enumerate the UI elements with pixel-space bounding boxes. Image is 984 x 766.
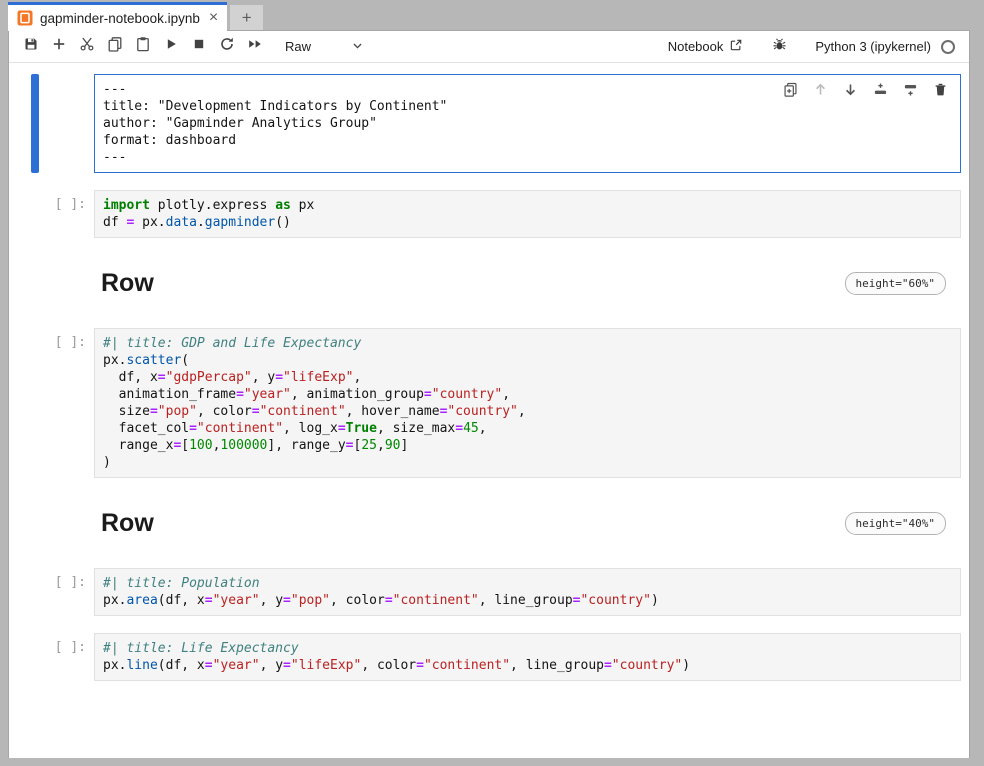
notebook-link-label: Notebook <box>668 39 724 54</box>
height-badge: height="40%" <box>845 512 946 535</box>
code-cell: [ ]:#| title: GDP and Life Expectancypx.… <box>31 328 961 478</box>
stop-button[interactable] <box>185 34 213 60</box>
code-text: #| title: Populationpx.area(df, x="year"… <box>103 575 952 609</box>
cell-collapser[interactable] <box>31 74 39 173</box>
tab-title: gapminder-notebook.ipynb <box>40 11 200 26</box>
copy-icon <box>107 36 123 57</box>
code-line: size="pop", color="continent", hover_nam… <box>103 403 952 420</box>
restart-button[interactable] <box>213 34 241 60</box>
cell-collapser[interactable] <box>31 568 39 616</box>
execution-prompt: [ ]: <box>39 328 94 478</box>
insert-above-icon[interactable] <box>873 82 888 97</box>
tab-bar: gapminder-notebook.ipynb × + <box>0 0 984 30</box>
duplicate-icon[interactable] <box>783 82 798 97</box>
code-line: author: "Gapminder Analytics Group" <box>103 115 952 132</box>
jupyterlab-window: gapminder-notebook.ipynb × + Raw Noteboo… <box>0 0 984 766</box>
debugger-button[interactable] <box>769 37 789 57</box>
fast-forward-icon <box>247 36 263 57</box>
code-text: import plotly.express as pxdf = px.data.… <box>103 197 952 231</box>
external-link-icon <box>729 38 743 55</box>
add-button[interactable] <box>45 34 73 60</box>
code-line: px.area(df, x="year", y="pop", color="co… <box>103 592 952 609</box>
code-line: #| title: GDP and Life Expectancy <box>103 335 952 352</box>
notebook-content: --- title: "Development Indicators by Con… <box>9 63 969 758</box>
markdown-cell[interactable]: Row height="60%" <box>31 255 961 308</box>
code-line: #| title: Population <box>103 575 952 592</box>
run-icon <box>163 36 179 57</box>
kernel-name[interactable]: Python 3 (ipykernel) <box>815 39 931 54</box>
cell-editor[interactable]: --- title: "Development Indicators by Con… <box>94 74 961 173</box>
code-line: --- <box>103 149 952 166</box>
cut-icon <box>79 36 95 57</box>
copy-button[interactable] <box>101 34 129 60</box>
cell-collapser[interactable] <box>31 633 39 681</box>
fast-forward-button[interactable] <box>241 34 269 60</box>
execution-prompt: [ ]: <box>39 190 94 238</box>
add-icon <box>51 36 67 57</box>
cell-collapser[interactable] <box>31 190 39 238</box>
tab-notebook[interactable]: gapminder-notebook.ipynb × <box>8 2 227 31</box>
code-line: title: "Development Indicators by Contin… <box>103 98 952 115</box>
save-icon <box>23 36 39 57</box>
code-text: #| title: GDP and Life Expectancypx.scat… <box>103 335 952 471</box>
code-line: facet_col="continent", log_x=True, size_… <box>103 420 952 437</box>
paste-icon <box>135 36 151 57</box>
code-text: #| title: Life Expectancypx.line(df, x="… <box>103 640 952 674</box>
cell-toolbar <box>783 82 948 97</box>
toolbar-left <box>17 34 269 60</box>
restart-icon <box>219 36 235 57</box>
raw-cell: --- title: "Development Indicators by Con… <box>31 74 961 173</box>
cell-editor[interactable]: #| title: Life Expectancypx.line(df, x="… <box>94 633 961 681</box>
code-line: df = px.data.gapminder() <box>103 214 952 231</box>
notebook-toolbar: Raw Notebook Python 3 (ipykernel) <box>9 31 969 63</box>
code-line: format: dashboard <box>103 132 952 149</box>
row-heading: Row <box>101 509 154 538</box>
delete-icon[interactable] <box>933 82 948 97</box>
code-line: ) <box>103 454 952 471</box>
toolbar-right: Notebook Python 3 (ipykernel) <box>668 37 955 57</box>
cut-button[interactable] <box>73 34 101 60</box>
code-line: df, x="gdpPercap", y="lifeExp", <box>103 369 952 386</box>
cell-editor[interactable]: #| title: Populationpx.area(df, x="year"… <box>94 568 961 616</box>
execution-prompt: [ ]: <box>39 633 94 681</box>
bug-icon <box>772 37 787 57</box>
kernel-status-icon <box>941 40 955 54</box>
cell-type-dropdown[interactable]: Raw <box>283 36 367 58</box>
code-line: px.scatter( <box>103 352 952 369</box>
save-button[interactable] <box>17 34 45 60</box>
execution-prompt: [ ]: <box>39 568 94 616</box>
stop-icon <box>191 36 207 57</box>
height-badge: height="60%" <box>845 272 946 295</box>
open-as-notebook-button[interactable]: Notebook <box>668 38 744 55</box>
move-down-icon[interactable] <box>843 82 858 97</box>
insert-below-icon[interactable] <box>903 82 918 97</box>
markdown-cell[interactable]: Row height="40%" <box>31 495 961 548</box>
move-up-icon[interactable] <box>813 82 828 97</box>
code-line: import plotly.express as px <box>103 197 952 214</box>
paste-button[interactable] <box>129 34 157 60</box>
code-cell: [ ]: import plotly.express as pxdf = px.d… <box>31 190 961 238</box>
code-line: animation_frame="year", animation_group=… <box>103 386 952 403</box>
tab-close-icon[interactable]: × <box>209 10 218 26</box>
cell-collapser[interactable] <box>31 328 39 478</box>
run-button[interactable] <box>157 34 185 60</box>
code-cell: [ ]: #| title: Life Expectancypx.line(df,… <box>31 633 961 681</box>
notebook-panel: Raw Notebook Python 3 (ipykernel) --- tit… <box>8 30 970 758</box>
new-tab-button[interactable]: + <box>230 5 263 30</box>
chevron-down-icon <box>350 38 365 56</box>
row-heading: Row <box>101 269 154 298</box>
cell-type-value: Raw <box>285 39 311 54</box>
code-line: #| title: Life Expectancy <box>103 640 952 657</box>
code-cell: [ ]: #| title: Populationpx.area(df, x="y… <box>31 568 961 616</box>
code-line: range_x=[100,100000], range_y=[25,90] <box>103 437 952 454</box>
plus-icon: + <box>242 8 252 28</box>
notebook-file-icon <box>17 10 33 26</box>
cell-list: --- title: "Development Indicators by Con… <box>9 74 969 681</box>
code-line: px.line(df, x="year", y="lifeExp", color… <box>103 657 952 674</box>
cell-editor[interactable]: import plotly.express as pxdf = px.data.… <box>94 190 961 238</box>
execution-prompt <box>39 74 94 173</box>
cell-editor[interactable]: #| title: GDP and Life Expectancypx.scat… <box>94 328 961 478</box>
